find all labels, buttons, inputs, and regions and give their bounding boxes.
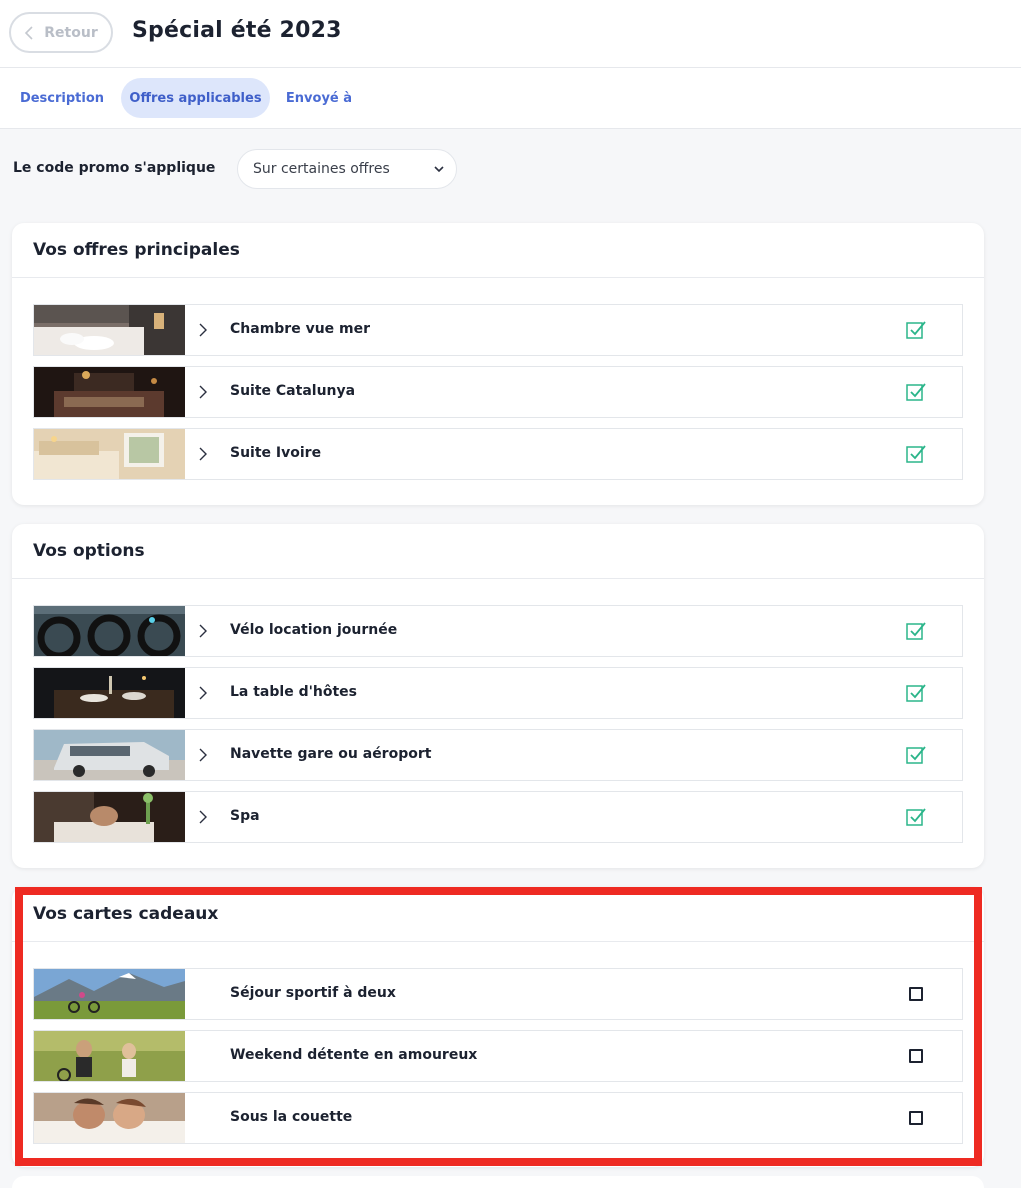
ivory-suite-photo: [34, 429, 185, 479]
unchecked-checkbox[interactable]: [909, 1111, 923, 1125]
spa-photo: [34, 792, 185, 842]
chevron-right-icon[interactable]: [199, 323, 207, 337]
checked-checkbox-icon[interactable]: [906, 807, 926, 827]
unchecked-checkbox[interactable]: [909, 987, 923, 1001]
option-row-spa[interactable]: Spa: [33, 791, 963, 843]
section-main-offers: Vos offres principales Chambre vue mer S…: [12, 223, 984, 505]
chevron-right-icon[interactable]: [199, 385, 207, 399]
checked-checkbox-icon[interactable]: [906, 320, 926, 340]
van-photo: [34, 730, 185, 780]
bikes-photo: [34, 606, 185, 656]
gift-label: Weekend détente en amoureux: [230, 1047, 478, 1063]
option-label: La table d'hôtes: [230, 684, 357, 700]
offer-label: Suite Catalunya: [230, 383, 356, 399]
option-label: Vélo location journée: [230, 622, 398, 638]
option-row-table-hotes[interactable]: La table d'hôtes: [33, 667, 963, 719]
mountain-bikers-photo: [34, 969, 185, 1019]
checked-checkbox-icon[interactable]: [906, 745, 926, 765]
section-options: Vos options Vélo location journée La tab…: [12, 524, 984, 868]
back-button-label: Retour: [44, 24, 98, 41]
offer-label: Suite Ivoire: [230, 445, 322, 461]
next-card-edge: [12, 1176, 984, 1188]
gift-label: Sous la couette: [230, 1109, 353, 1125]
checked-checkbox-icon[interactable]: [906, 382, 926, 402]
couple-bed-photo: [34, 1093, 185, 1143]
chevron-right-icon[interactable]: [199, 624, 207, 638]
option-label: Navette gare ou aéroport: [230, 746, 432, 762]
chevron-right-icon[interactable]: [199, 810, 207, 824]
gift-row-sous-la-couette[interactable]: Sous la couette: [33, 1092, 963, 1144]
promo-scope-value: Sur certaines offres: [253, 161, 390, 177]
couple-cycling-photo: [34, 1031, 185, 1081]
checked-checkbox-icon[interactable]: [906, 621, 926, 641]
page-header: Retour Spécial été 2023: [0, 0, 1021, 68]
checked-checkbox-icon[interactable]: [906, 683, 926, 703]
promo-scope-select[interactable]: Sur certaines offres: [237, 149, 457, 189]
chevron-right-icon[interactable]: [199, 447, 207, 461]
chevron-down-icon: [434, 165, 444, 172]
unchecked-checkbox[interactable]: [909, 1049, 923, 1063]
checked-checkbox-icon[interactable]: [906, 444, 926, 464]
dark-suite-photo: [34, 367, 185, 417]
gift-row-weekend-detente[interactable]: Weekend détente en amoureux: [33, 1030, 963, 1082]
option-row-velo[interactable]: Vélo location journée: [33, 605, 963, 657]
offer-row-suite-ivoire[interactable]: Suite Ivoire: [33, 428, 963, 480]
tab-description[interactable]: Description: [12, 78, 112, 118]
page-title: Spécial été 2023: [132, 18, 342, 43]
offer-row-suite-catalunya[interactable]: Suite Catalunya: [33, 366, 963, 418]
gift-label: Séjour sportif à deux: [230, 985, 396, 1001]
offer-label: Chambre vue mer: [230, 321, 371, 337]
back-button[interactable]: Retour: [9, 12, 113, 53]
chevron-right-icon[interactable]: [199, 686, 207, 700]
gift-row-sejour-sportif[interactable]: Séjour sportif à deux: [33, 968, 963, 1020]
tab-offres-applicables[interactable]: Offres applicables: [121, 78, 270, 118]
tab-bar: Description Offres applicables Envoyé à: [0, 68, 1021, 129]
offer-row-chambre-vue-mer[interactable]: Chambre vue mer: [33, 304, 963, 356]
section-title: Vos options: [12, 524, 984, 579]
dinner-table-photo: [34, 668, 185, 718]
chevron-left-icon: [25, 25, 33, 40]
option-row-navette[interactable]: Navette gare ou aéroport: [33, 729, 963, 781]
promo-scope-label: Le code promo s'applique: [13, 160, 216, 176]
section-gift-cards: Vos cartes cadeaux Séjour sportif à deux…: [12, 887, 984, 1167]
tab-envoye-a[interactable]: Envoyé à: [278, 78, 360, 118]
section-title: Vos offres principales: [12, 223, 984, 278]
option-label: Spa: [230, 808, 260, 824]
chevron-right-icon[interactable]: [199, 748, 207, 762]
hotel-room-photo: [34, 305, 185, 355]
section-title: Vos cartes cadeaux: [12, 887, 984, 942]
